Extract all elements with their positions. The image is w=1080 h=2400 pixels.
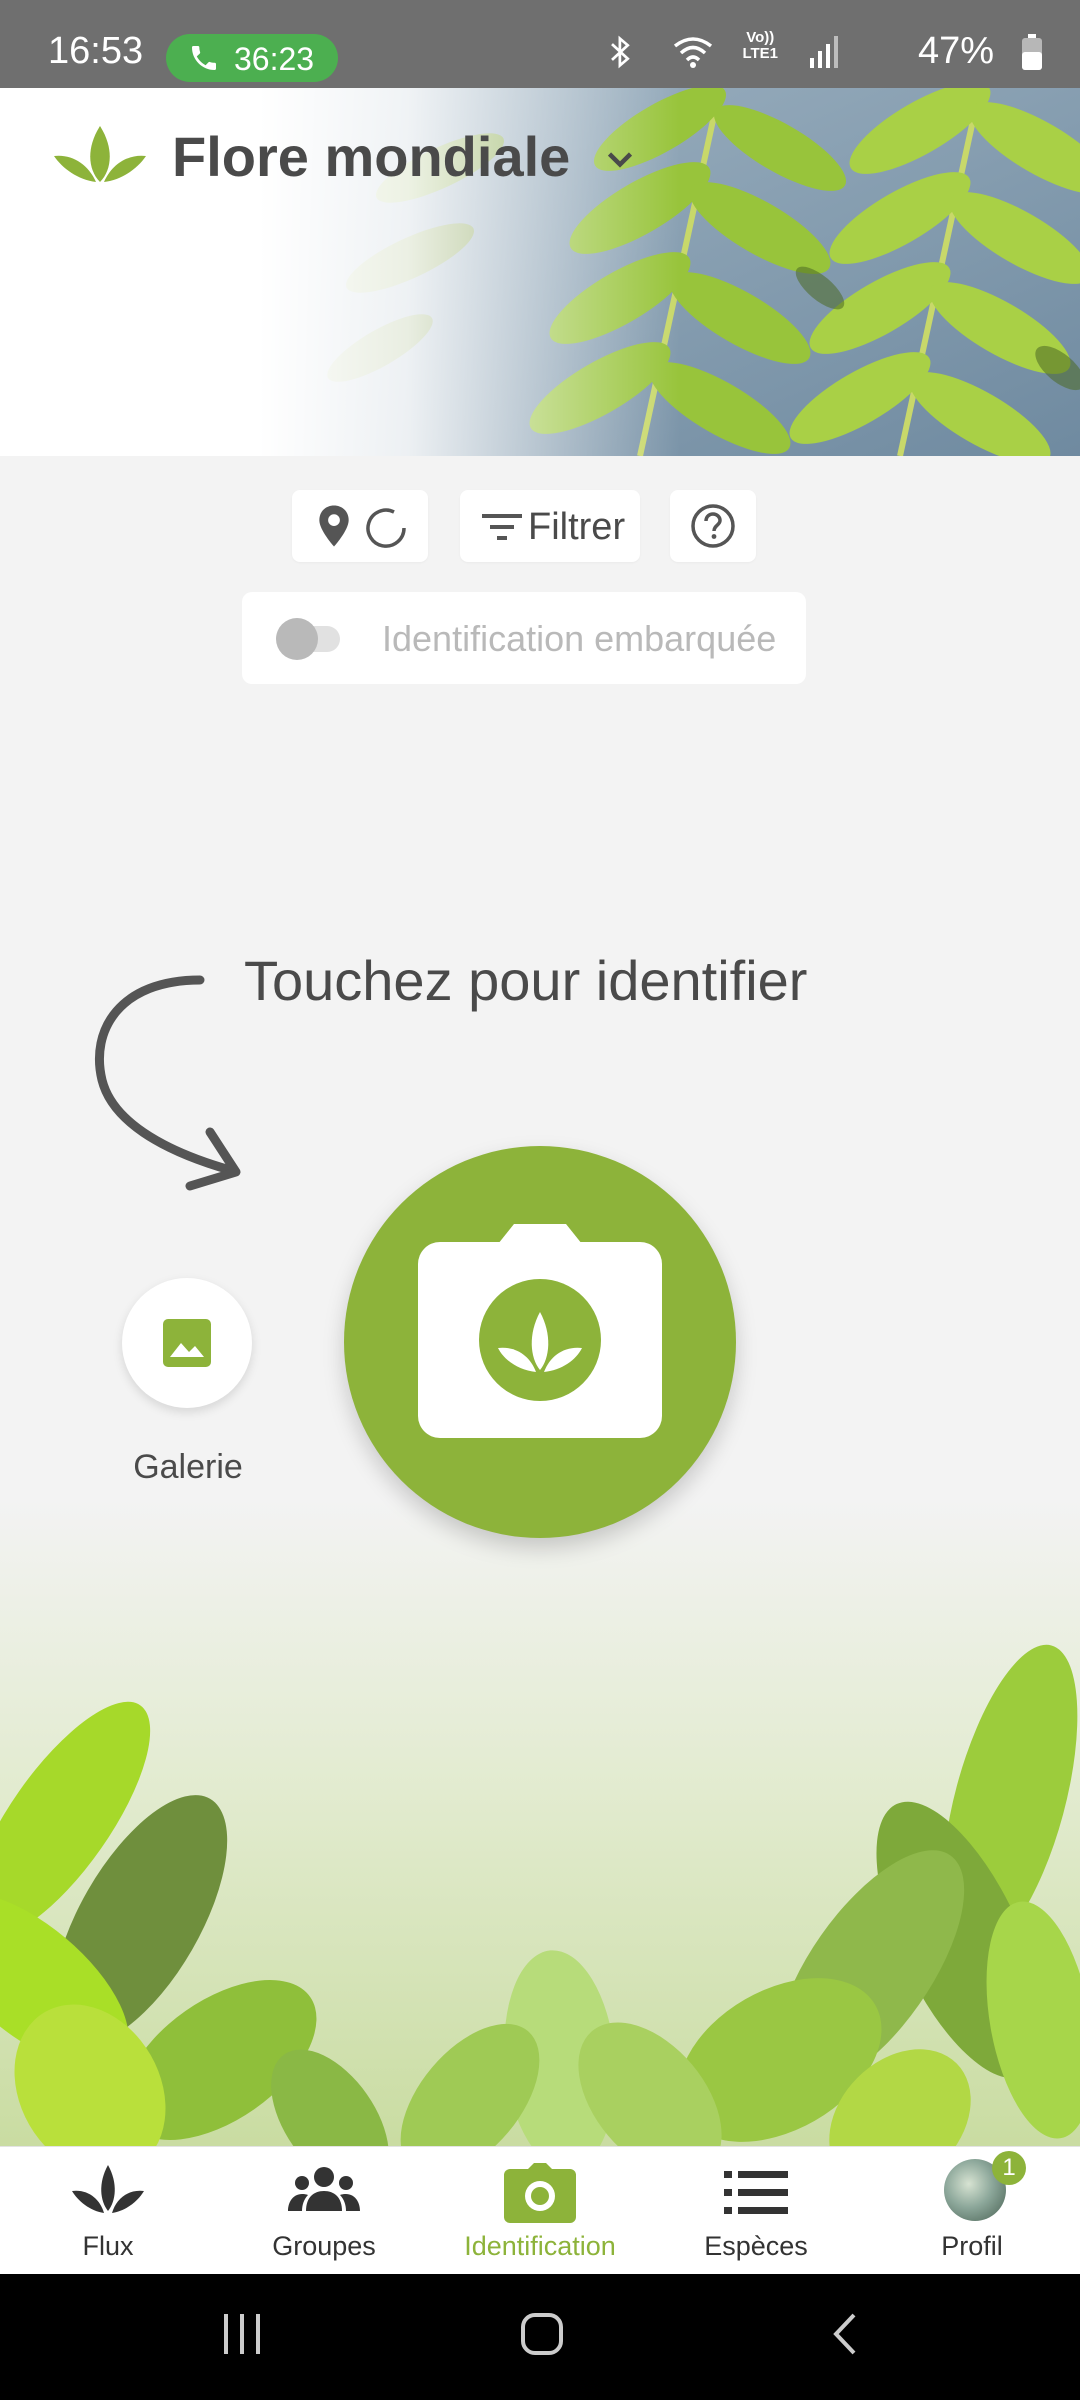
location-pin-icon bbox=[319, 505, 349, 547]
screen: 16:53 36:23 Vo)) LTE1 47% Flore mondiale… bbox=[0, 0, 1080, 2400]
battery-percent: 47% bbox=[917, 30, 994, 72]
nav-profil-label: Profil bbox=[941, 2231, 1003, 2261]
nav-groupes[interactable]: Groupes bbox=[216, 2147, 432, 2275]
status-time: 16:53 bbox=[48, 30, 144, 72]
battery-icon bbox=[1022, 34, 1042, 70]
call-duration: 36:23 bbox=[234, 41, 315, 77]
wifi-icon bbox=[673, 37, 713, 68]
notification-badge: 1 bbox=[992, 2151, 1026, 2185]
identify-camera-button[interactable] bbox=[344, 1146, 736, 1538]
toggle-knob bbox=[276, 618, 318, 660]
filter-icon bbox=[482, 514, 522, 540]
nav-identification[interactable]: Identification bbox=[432, 2147, 648, 2275]
nav-groupes-label: Groupes bbox=[272, 2231, 376, 2261]
recent-apps-icon[interactable] bbox=[222, 2312, 262, 2356]
system-navigation-bar bbox=[0, 2274, 1080, 2400]
offline-identification-toggle[interactable]: Identification embarquée bbox=[242, 592, 806, 684]
volte-line2: LTE1 bbox=[742, 45, 778, 62]
filter-button[interactable]: Filtrer bbox=[460, 490, 640, 562]
volte-line1: Vo)) bbox=[746, 29, 775, 46]
camera-plant-icon bbox=[418, 1224, 662, 1438]
back-icon[interactable] bbox=[830, 2312, 860, 2356]
flower-icon bbox=[72, 2165, 144, 2213]
offline-identification-label: Identification embarquée bbox=[382, 618, 777, 659]
gallery-button[interactable] bbox=[122, 1278, 252, 1408]
flora-header: Flore mondiale bbox=[0, 88, 1080, 456]
curved-arrow-icon bbox=[94, 975, 241, 1191]
chevron-down-icon[interactable] bbox=[602, 142, 638, 178]
location-button[interactable] bbox=[292, 490, 428, 562]
tap-to-identify-hint: Touchez pour identifier bbox=[244, 949, 808, 1012]
nav-especes-label: Espèces bbox=[704, 2231, 808, 2261]
nav-identification-label: Identification bbox=[464, 2231, 616, 2261]
plantnet-logo-icon bbox=[54, 126, 146, 182]
nav-flux[interactable]: Flux bbox=[0, 2147, 216, 2275]
status-bar: 16:53 36:23 Vo)) LTE1 47% bbox=[0, 0, 1080, 88]
bluetooth-icon bbox=[611, 35, 630, 69]
signal-icon bbox=[810, 36, 838, 68]
list-icon bbox=[724, 2171, 788, 2214]
loading-spinner-icon bbox=[366, 508, 406, 548]
filter-label: Filtrer bbox=[528, 506, 626, 548]
bottom-navigation: Flux Groupes Identification Espèces 1 Pr… bbox=[0, 2146, 1080, 2275]
leaves-background-image bbox=[0, 1500, 1080, 2150]
ongoing-call-pill[interactable]: 36:23 bbox=[166, 34, 338, 82]
nav-flux-label: Flux bbox=[82, 2231, 134, 2261]
group-icon bbox=[288, 2167, 360, 2211]
image-icon bbox=[163, 1319, 211, 1367]
volte-indicator: Vo)) LTE1 bbox=[742, 30, 778, 62]
home-icon[interactable] bbox=[520, 2312, 564, 2356]
camera-icon bbox=[504, 2163, 576, 2223]
flora-selector-title[interactable]: Flore mondiale bbox=[172, 124, 570, 189]
help-icon bbox=[691, 504, 735, 548]
phone-icon bbox=[192, 46, 216, 70]
help-button[interactable] bbox=[670, 490, 756, 562]
nav-profil[interactable]: 1 Profil bbox=[864, 2147, 1080, 2275]
nav-especes[interactable]: Espèces bbox=[648, 2147, 864, 2275]
gallery-label: Galerie bbox=[133, 1448, 243, 1486]
